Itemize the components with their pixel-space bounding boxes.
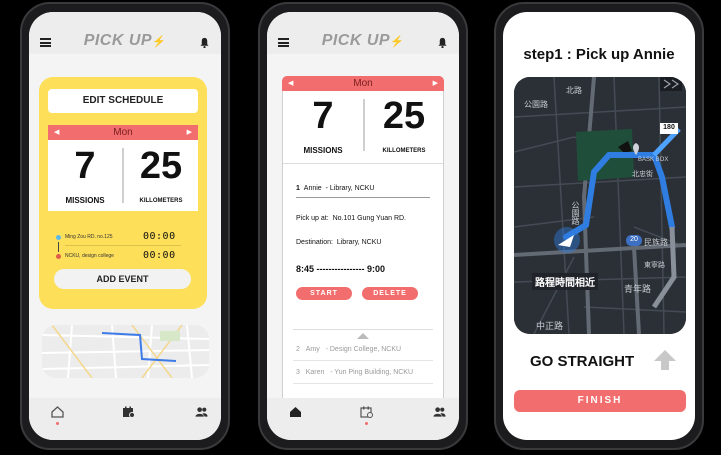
- route-divider: [65, 245, 181, 246]
- day-label: Mon: [353, 78, 373, 89]
- navigation-map-graphic: [514, 77, 686, 334]
- bell-icon[interactable]: [199, 37, 210, 48]
- day-selector: ◀ Mon ▶: [48, 125, 198, 140]
- bottom-nav: [29, 398, 221, 440]
- pickup-value: No.101 Gung Yuan RD.: [332, 215, 406, 222]
- calendar-icon[interactable]: [122, 406, 135, 418]
- route-connector: [58, 242, 59, 252]
- map-label: 民族路: [644, 238, 668, 247]
- finish-button[interactable]: FINISH: [514, 390, 686, 412]
- prev-day-icon[interactable]: ◀: [288, 76, 293, 91]
- bolt-icon: ⚡: [390, 36, 405, 48]
- map-label: 公園路: [524, 100, 548, 109]
- origin-pin-icon: [56, 235, 61, 240]
- map-label: 北路: [566, 86, 582, 95]
- map-label: 公園路: [571, 201, 580, 225]
- bell-icon[interactable]: [437, 37, 448, 48]
- origin-address: Ming Zou RD. no.125: [65, 234, 113, 240]
- map-label: 北忠街: [632, 171, 653, 178]
- mission-panel: ◀ Mon ▶ 7 MISSIONS 25 KILLOMETERS 1 Anni…: [282, 76, 444, 420]
- destination-address: NCKU, design college: [65, 253, 114, 259]
- km-label: KILLOMETERS: [382, 148, 426, 154]
- stats-separator: [283, 163, 443, 164]
- map-label: 東寧路: [644, 262, 665, 269]
- mission-name: Annie: [303, 185, 322, 192]
- active-tab-dot: [365, 422, 368, 425]
- day-selector: ◀ Mon ▶: [282, 76, 444, 91]
- destination-pin-icon: [56, 254, 61, 259]
- time-range: 8:45 ---------------- 9:00: [296, 264, 385, 274]
- phone-home: PICK UP⚡ EDIT SCHEDULE ◀ Mon ▶ 7 MISSION…: [20, 2, 230, 450]
- eta-label: 路程時間相近: [532, 273, 598, 290]
- map-label: 青年路: [624, 284, 652, 294]
- step-title: step1 : Pick up Annie: [523, 46, 675, 63]
- add-event-button[interactable]: ADD EVENT: [54, 269, 191, 289]
- missions-label: MISSIONS: [303, 146, 343, 155]
- missions-count: 7: [312, 95, 334, 137]
- navigation-map[interactable]: 公園路 北路 公園路 BASK BOX 北忠街 民族路 東寧路 青年路 中正路 …: [514, 77, 686, 334]
- map-label: 中正路: [536, 321, 564, 331]
- chevron-up-icon[interactable]: [357, 333, 369, 339]
- home-screen: PICK UP⚡ EDIT SCHEDULE ◀ Mon ▶ 7 MISSION…: [29, 12, 221, 440]
- mission-divider: [296, 197, 430, 198]
- arrow-up-icon: [654, 350, 676, 370]
- delete-button[interactable]: DELETE: [362, 287, 418, 300]
- users-icon[interactable]: [433, 406, 446, 418]
- bottom-nav: [267, 398, 459, 440]
- home-icon[interactable]: [51, 406, 64, 418]
- users-icon[interactable]: [195, 406, 208, 418]
- map-label: BASK BOX: [638, 157, 669, 163]
- app-header: PICK UP⚡: [267, 12, 459, 54]
- destination-value: Library, NCKU: [336, 239, 382, 246]
- km-count: 25: [382, 95, 426, 137]
- route-badge: 20: [630, 236, 638, 243]
- destination-label: Destination:: [296, 239, 333, 246]
- next-day-icon[interactable]: ▶: [187, 125, 192, 140]
- schedule-screen: PICK UP⚡ ◀ Mon ▶ 7 MISSIONS 25 KILLOMETE…: [267, 12, 459, 440]
- instruction-text: GO STRAIGHT: [530, 353, 635, 370]
- list-item[interactable]: 2 Amy - Design College, NCKU: [296, 346, 401, 353]
- list-divider: [293, 383, 433, 384]
- next-day-icon[interactable]: ▶: [433, 76, 438, 91]
- list-separator: [293, 329, 433, 330]
- missions-count: 7: [74, 145, 96, 187]
- app-header: PICK UP⚡: [29, 12, 221, 54]
- calendar-icon[interactable]: [360, 406, 373, 418]
- km-count: 25: [139, 145, 183, 187]
- route-badge: 180: [663, 124, 675, 131]
- edit-schedule-button[interactable]: EDIT SCHEDULE: [48, 89, 198, 113]
- pickup-row: Pick up at: No.101 Gung Yuan RD.: [296, 215, 406, 222]
- schedule-card: EDIT SCHEDULE ◀ Mon ▶ 7 MISSIONS 25 KILL…: [39, 77, 207, 309]
- day-label: Mon: [113, 127, 133, 138]
- home-icon[interactable]: [289, 406, 302, 418]
- missions-label: MISSIONS: [65, 196, 105, 205]
- list-divider: [293, 360, 433, 361]
- mission-place: - Library, NCKU: [325, 185, 375, 192]
- prev-day-icon[interactable]: ◀: [54, 125, 59, 140]
- origin-time[interactable]: 00:00: [143, 231, 176, 242]
- mini-map-graphic: [42, 325, 209, 378]
- bolt-icon: ⚡: [152, 36, 167, 48]
- navigation-screen: step1 : Pick up Annie 公園路 北路 公園路 BASK BO…: [503, 12, 695, 440]
- destination-row: Destination: Library, NCKU: [296, 239, 381, 246]
- mini-map[interactable]: [42, 325, 209, 378]
- destination-time[interactable]: 00:00: [143, 250, 176, 261]
- active-tab-dot: [56, 422, 59, 425]
- mission-header[interactable]: 1 Annie - Library, NCKU: [296, 185, 374, 192]
- stats-panel: 7 MISSIONS 25 KILLOMETERS: [48, 140, 198, 211]
- list-item[interactable]: 3 Karen - Yun Ping Building, NCKU: [296, 369, 413, 376]
- pickup-label: Pick up at:: [296, 215, 329, 222]
- stats-panel: 7 MISSIONS 25 KILLOMETERS: [283, 93, 443, 157]
- km-label: KILLOMETERS: [139, 198, 183, 204]
- phone-navigation: step1 : Pick up Annie 公園路 北路 公園路 BASK BO…: [494, 2, 704, 450]
- start-button[interactable]: START: [296, 287, 352, 300]
- app-logo: PICK UP⚡: [321, 32, 405, 49]
- phone-schedule: PICK UP⚡ ◀ Mon ▶ 7 MISSIONS 25 KILLOMETE…: [258, 2, 468, 450]
- app-logo: PICK UP⚡: [83, 32, 167, 49]
